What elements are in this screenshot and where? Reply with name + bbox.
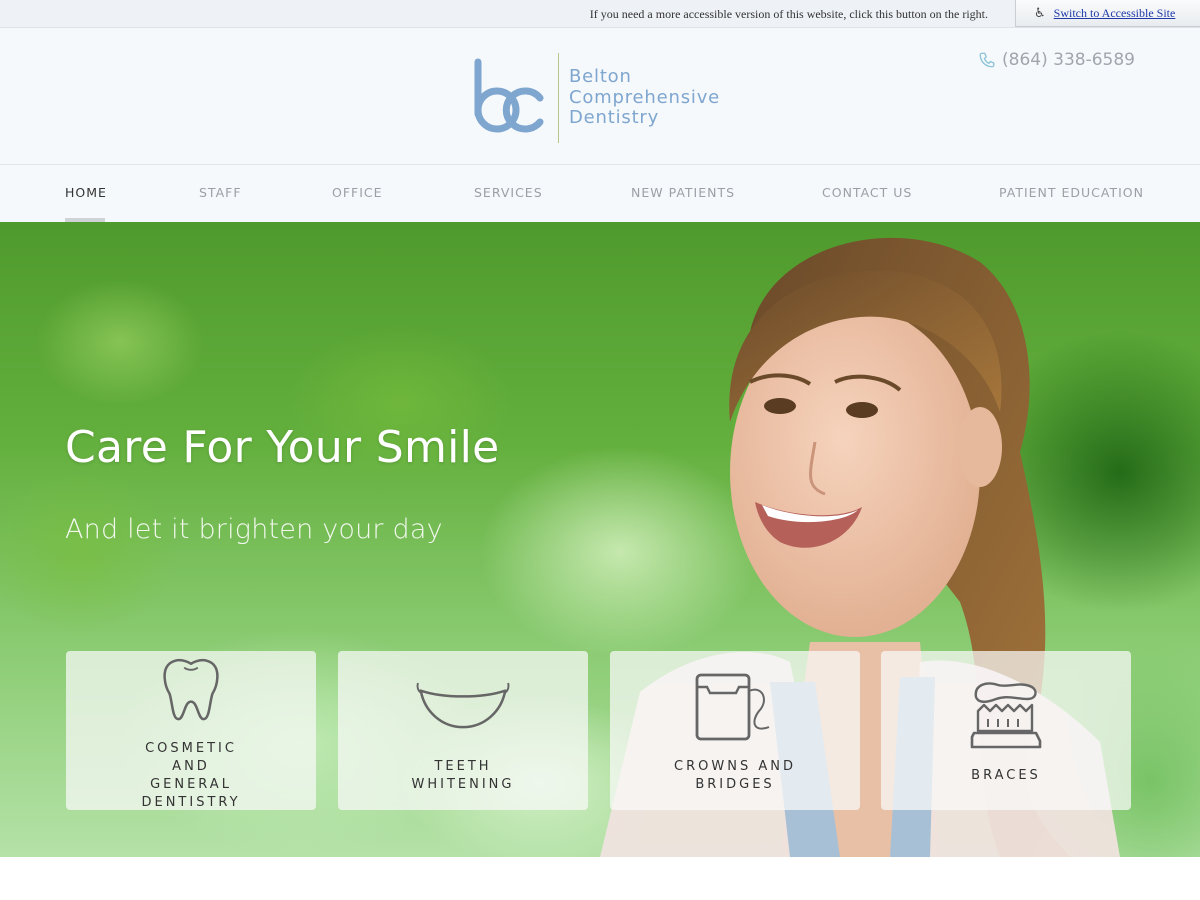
nav-contact-us[interactable]: CONTACT US (822, 185, 912, 200)
smile-icon (416, 682, 510, 729)
nav-services[interactable]: SERVICES (474, 185, 543, 200)
nav-patient-education[interactable]: PATIENT EDUCATION (999, 185, 1144, 200)
accessibility-bar: If you need a more accessible version of… (0, 0, 1200, 28)
phone-icon (979, 52, 995, 68)
switch-accessible-site-button[interactable]: ♿ Switch to Accessible Site (1015, 0, 1200, 27)
phone-link[interactable]: (864) 338-6589 (978, 50, 1135, 70)
floss-icon (695, 673, 770, 741)
nav-staff[interactable]: STAFF (199, 185, 242, 200)
service-label: COSMETIC AND GENERAL DENTISTRY (141, 741, 241, 810)
main-nav: HOME STAFF OFFICE SERVICES NEW PATIENTS … (0, 165, 1200, 222)
wheelchair-icon: ♿ (1034, 5, 1046, 21)
nav-home[interactable]: HOME (65, 185, 107, 200)
site-header: Belton Comprehensive Dentistry (864) 338… (0, 28, 1200, 165)
switch-accessible-site-label[interactable]: Switch to Accessible Site (1054, 6, 1176, 21)
logo-line-3: Dentistry (569, 107, 660, 129)
hero-title: Care For Your Smile (65, 422, 500, 473)
toothbrush-icon (970, 682, 1042, 749)
logo-divider (558, 53, 559, 143)
service-label: TEETH WHITENING (411, 759, 515, 792)
nav-new-patients[interactable]: NEW PATIENTS (631, 185, 735, 200)
nav-office[interactable]: OFFICE (332, 185, 383, 200)
hero-banner: Care For Your Smile And let it brighten … (0, 222, 1200, 857)
logo-line-2: Comprehensive (569, 86, 721, 108)
service-label: CROWNS AND BRIDGES (674, 759, 796, 792)
tooth-icon (163, 658, 219, 721)
service-card-braces[interactable]: BRACES (881, 651, 1131, 810)
service-card-teeth-whitening[interactable]: TEETH WHITENING (338, 651, 588, 810)
logo-text: Belton Comprehensive Dentistry (569, 67, 720, 129)
site-logo[interactable]: Belton Comprehensive Dentistry (470, 50, 740, 146)
logo-line-1: Belton (569, 66, 632, 88)
service-label: BRACES (971, 768, 1041, 783)
bc-monogram-icon (474, 58, 544, 133)
service-card-cosmetic-general-dentistry[interactable]: COSMETIC AND GENERAL DENTISTRY (66, 651, 316, 810)
hero-subtitle: And let it brighten your day (65, 514, 443, 545)
accessibility-message: If you need a more accessible version of… (589, 7, 988, 21)
phone-number[interactable]: (864) 338-6589 (1002, 50, 1135, 70)
service-card-crowns-and-bridges[interactable]: CROWNS AND BRIDGES (610, 651, 860, 810)
